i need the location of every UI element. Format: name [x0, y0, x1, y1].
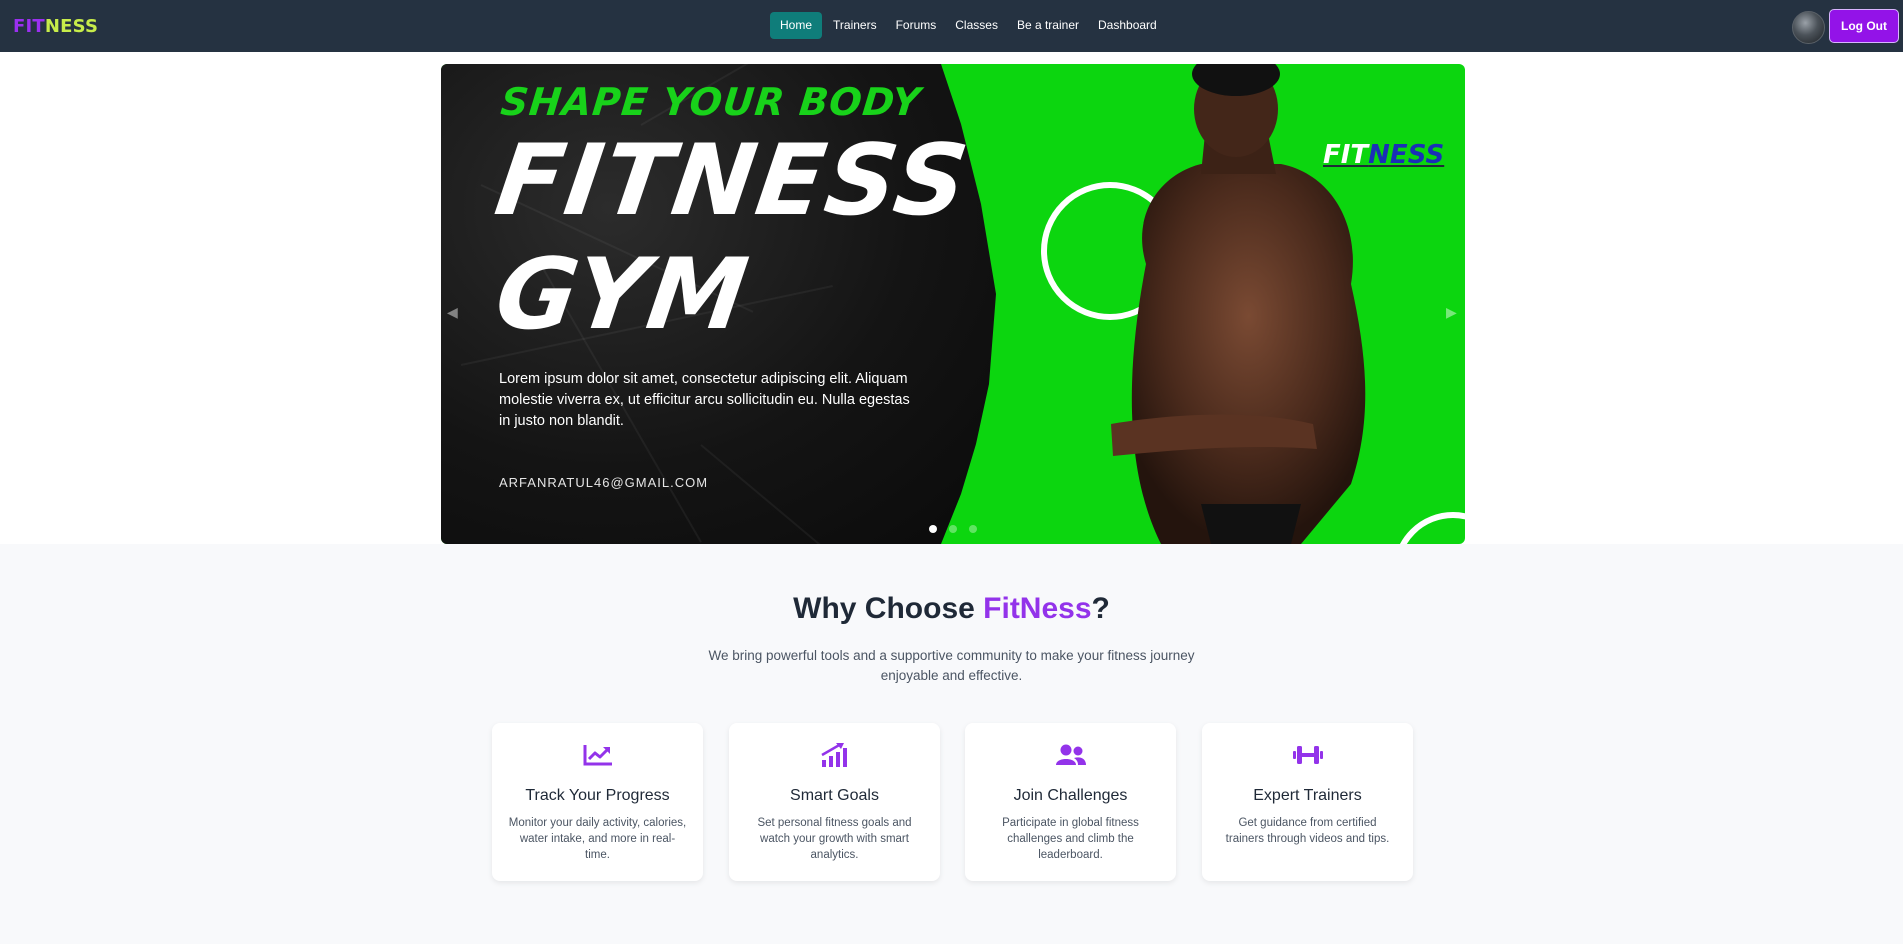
banner-title-line2: GYM: [488, 238, 756, 352]
why-choose-section: Why Choose FitNess? We bring powerful to…: [0, 544, 1903, 944]
feature-description: Set personal fitness goals and watch you…: [757, 817, 912, 861]
feature-title: Join Challenges: [1013, 787, 1128, 804]
nav-link-classes[interactable]: Classes: [946, 12, 1007, 39]
carousel-indicators: [929, 525, 989, 533]
banner-title-line1: FITNESS: [488, 124, 976, 238]
hero-banner-carousel: SHAPE YOUR BODY FITNESS GYM Lorem ipsum …: [441, 64, 1465, 544]
feature-card-join-challenges: Join Challenges Participate in global fi…: [965, 723, 1176, 881]
nav-link-be-a-trainer[interactable]: Be a trainer: [1008, 12, 1088, 39]
signal-bars-icon: [821, 743, 847, 767]
banner-description: Lorem ipsum dolor sit amet, consectetur …: [499, 371, 910, 429]
feature-description: Participate in global fitness challenges…: [1002, 817, 1139, 861]
banner-brand-logo: FITNESS: [1323, 140, 1445, 170]
user-avatar[interactable]: [1792, 11, 1825, 44]
carousel-prev-arrow-icon[interactable]: ◀: [447, 304, 458, 321]
athlete-image: [1111, 64, 1366, 544]
feature-card-smart-goals: Smart Goals Set personal fitness goals a…: [729, 723, 940, 881]
nav-link-trainers[interactable]: Trainers: [824, 12, 886, 39]
feature-card-expert-trainers: Expert Trainers Get guidance from certif…: [1202, 723, 1413, 881]
feature-title: Track Your Progress: [525, 787, 670, 804]
feature-title: Expert Trainers: [1253, 787, 1362, 804]
feature-description: Get guidance from certified trainers thr…: [1225, 817, 1390, 845]
users-icon: [1056, 744, 1086, 765]
banner-email: ARFANRATUL46@GMAIL.COM: [499, 475, 709, 490]
feature-description: Monitor your daily activity, calories, w…: [508, 817, 687, 861]
site-logo[interactable]: FITNESS: [13, 16, 98, 37]
dumbbell-icon: [1293, 746, 1323, 764]
nav-link-dashboard[interactable]: Dashboard: [1089, 12, 1166, 39]
chart-line-icon: [583, 745, 612, 766]
banner-tagline: SHAPE YOUR BODY: [498, 80, 924, 124]
section-subtitle: We bring powerful tools and a supportive…: [708, 648, 1195, 683]
nav-link-forums[interactable]: Forums: [887, 12, 946, 39]
carousel-dot-2[interactable]: [949, 525, 957, 533]
carousel-dot-3[interactable]: [969, 525, 977, 533]
top-navbar: FITNESS Home Trainers Forums Classes Be …: [0, 0, 1903, 52]
carousel-next-arrow-icon[interactable]: ▶: [1446, 304, 1457, 321]
section-title: Why Choose FitNess?: [793, 592, 1110, 625]
feature-title: Smart Goals: [790, 787, 879, 804]
nav-links: Home Trainers Forums Classes Be a traine…: [770, 12, 1167, 39]
nav-link-home[interactable]: Home: [770, 12, 823, 39]
feature-card-track-progress: Track Your Progress Monitor your daily a…: [492, 723, 703, 881]
logout-button[interactable]: Log Out: [1829, 9, 1899, 43]
carousel-dot-1[interactable]: [929, 525, 937, 533]
